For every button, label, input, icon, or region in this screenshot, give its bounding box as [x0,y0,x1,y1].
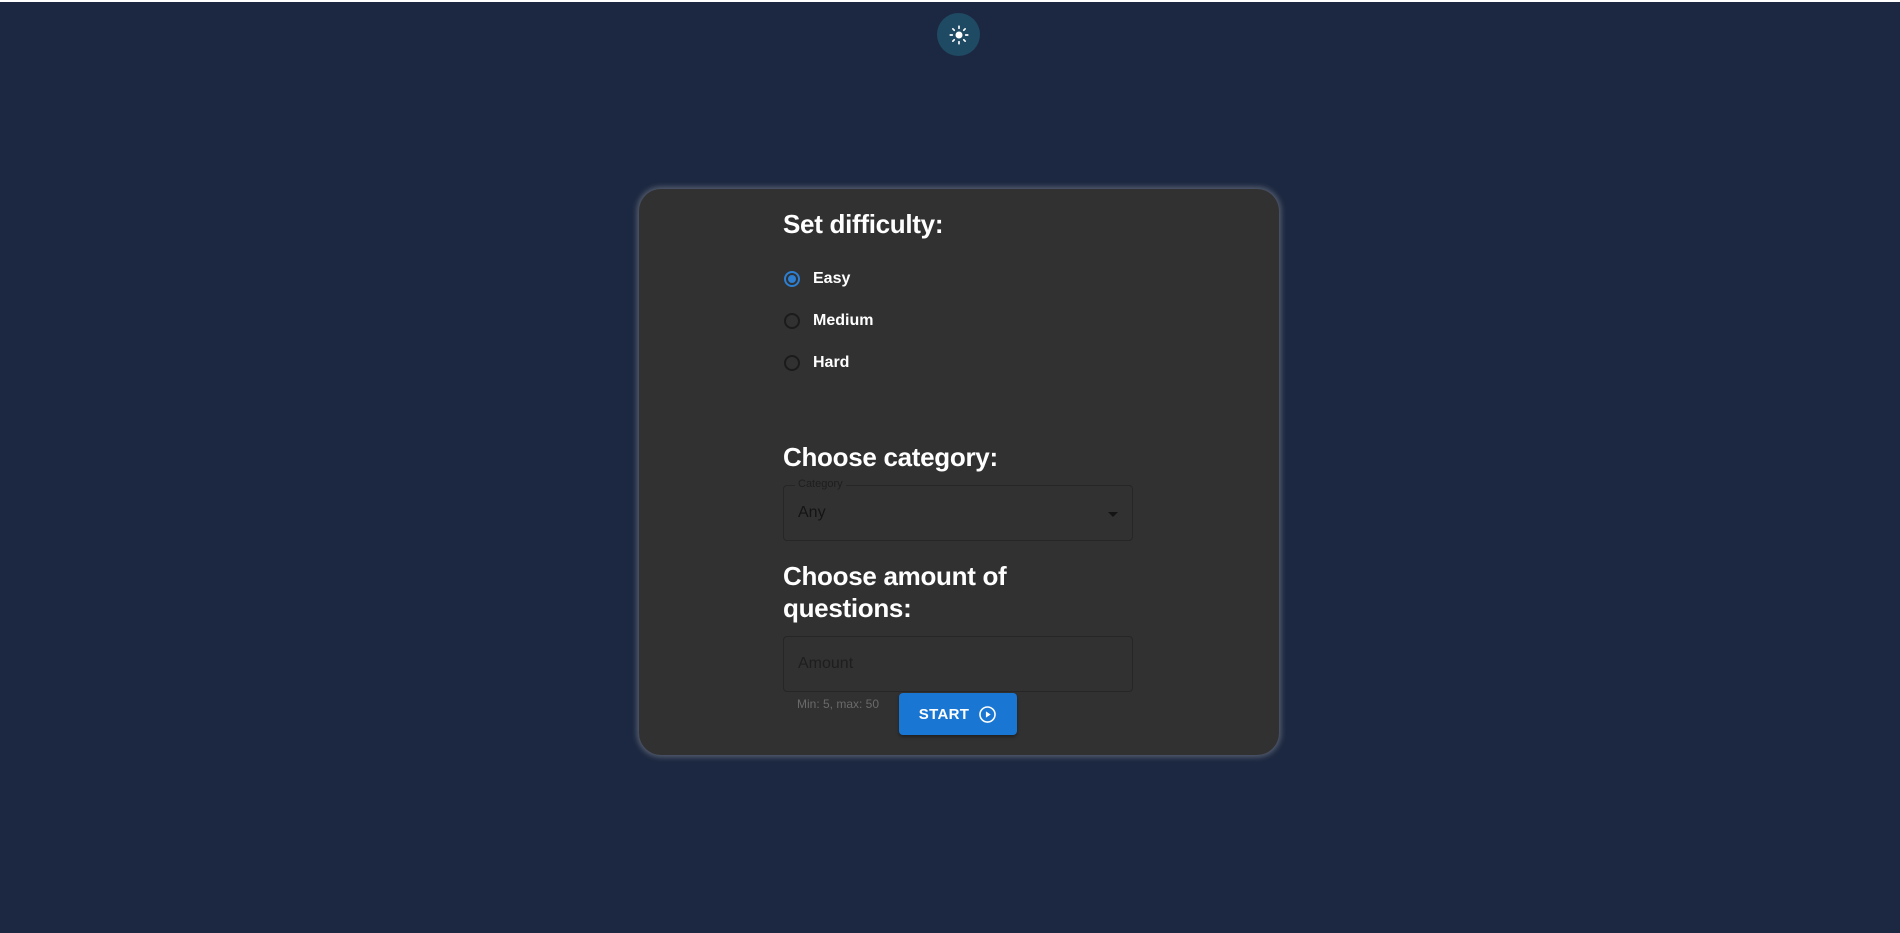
category-select-label: Category [795,478,846,491]
difficulty-title: Set difficulty: [783,209,944,239]
category-select-value: Any [798,504,826,522]
difficulty-radio-group: Easy Medium Hard [783,258,1133,384]
difficulty-option-hard[interactable]: Hard [783,342,1133,384]
sun-icon [948,24,969,45]
quiz-settings-card: Set difficulty: Easy Medium Hard Choose … [639,189,1279,755]
amount-title: Choose amount of questions: [783,561,1007,623]
category-select[interactable]: Category Any [783,478,1133,542]
settings-form: Set difficulty: Easy Medium Hard Choose … [783,209,1133,711]
start-button[interactable]: START [899,693,1017,735]
caret-down-icon [1108,512,1118,518]
start-button-label: START [918,705,970,723]
radio-label-hard: Hard [813,354,850,372]
theme-toggle-button[interactable] [937,13,980,56]
radio-label-medium: Medium [813,312,874,330]
radio-medium[interactable] [784,313,800,330]
radio-easy[interactable] [784,271,800,288]
difficulty-option-easy[interactable]: Easy [783,258,1133,300]
radio-label-easy: Easy [813,270,851,288]
play-circle-icon [979,705,996,723]
category-title: Choose category: [783,442,998,473]
amount-input[interactable] [783,635,1133,692]
difficulty-option-medium[interactable]: Medium [783,300,1133,342]
radio-hard[interactable] [784,355,800,372]
page: Set difficulty: Easy Medium Hard Choose … [0,0,1900,933]
